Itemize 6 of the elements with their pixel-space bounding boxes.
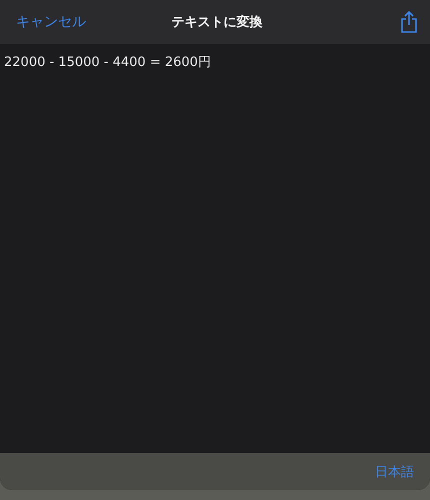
cancel-button[interactable]: キャンセル: [16, 13, 86, 31]
language-button[interactable]: 日本語: [375, 462, 414, 480]
share-icon: [400, 11, 418, 33]
window-title: テキストに変換: [172, 14, 262, 31]
share-button[interactable]: [400, 11, 418, 33]
recognized-text: 22000 - 15000 - 4400 = 2600円: [4, 55, 211, 70]
